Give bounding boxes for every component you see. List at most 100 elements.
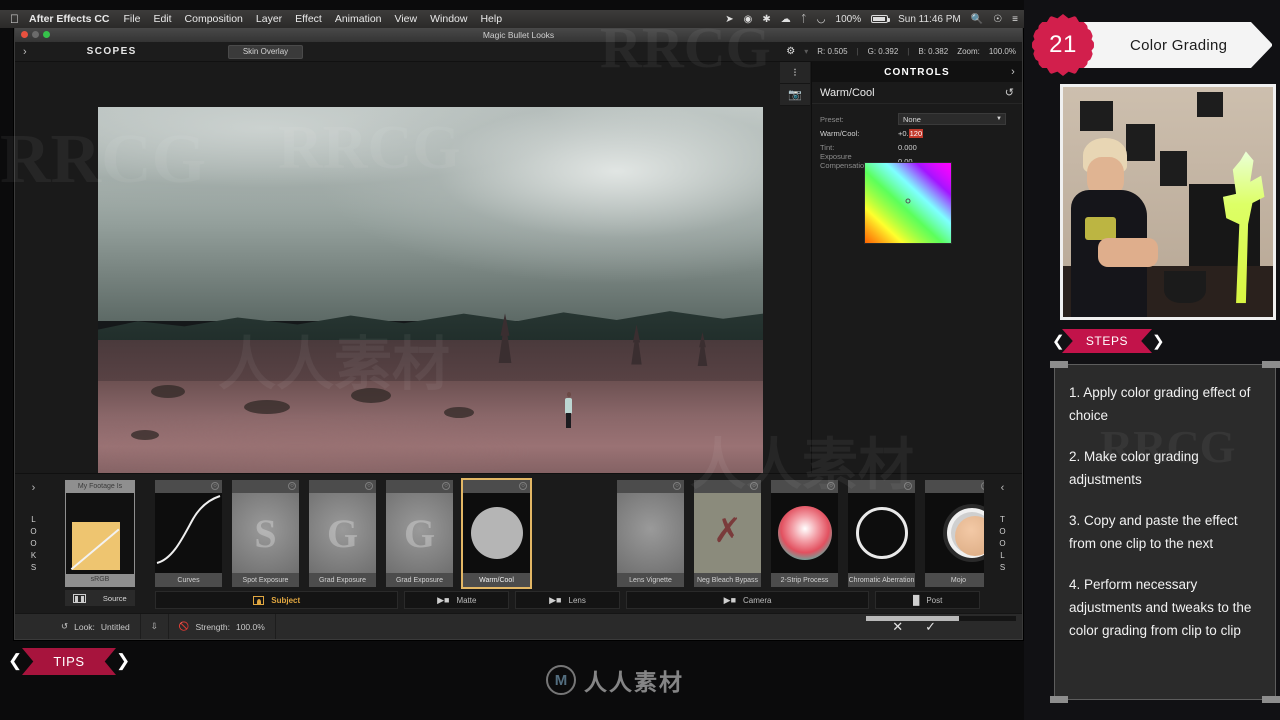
no-entry-icon[interactable]: 🚫	[179, 621, 190, 632]
search-icon[interactable]: 🔍	[971, 14, 983, 25]
menu-item-effect[interactable]: Effect	[295, 13, 322, 25]
zoom-value[interactable]: 100.0%	[989, 47, 1016, 56]
tools-sidebar[interactable]: ‹ TOOLS	[984, 474, 1022, 613]
gear-icon[interactable]: ⚙	[786, 46, 795, 57]
tutorial-photo	[1060, 84, 1276, 320]
divider: |	[907, 47, 910, 56]
power-icon[interactable]: ○	[904, 482, 912, 490]
menu-item-file[interactable]: File	[124, 13, 141, 25]
menu-item-edit[interactable]: Edit	[153, 13, 171, 25]
menu-item-layer[interactable]: Layer	[256, 13, 282, 25]
preview-bush	[443, 407, 474, 418]
look-name-group[interactable]: ↺ Look: Untitled	[51, 614, 141, 639]
look-card-warm-cool[interactable]: ○ Warm/Cool	[461, 478, 532, 589]
wifi-icon[interactable]: ◡	[817, 14, 826, 25]
battery-icon[interactable]	[871, 15, 891, 23]
bluetooth-icon[interactable]: ᛏ	[801, 14, 807, 25]
task-subject[interactable]: Subject	[155, 591, 399, 609]
look-card-spot-exposure[interactable]: ○ S Spot Exposure	[232, 480, 299, 587]
steps-box: 1. Apply color grading effect of choice …	[1050, 361, 1280, 703]
tips-label: TIPS	[22, 648, 116, 675]
strength-group[interactable]: 🚫 Strength: 100.0%	[169, 614, 276, 639]
look-card-lens-vignette[interactable]: ○ Lens Vignette	[617, 480, 684, 587]
menu-item-view[interactable]: View	[395, 13, 418, 25]
task-label: Subject	[271, 595, 301, 605]
menu-item-help[interactable]: Help	[480, 13, 502, 25]
task-post[interactable]: █ Post	[875, 591, 981, 609]
look-card-2-strip-process[interactable]: ○ 2-Strip Process	[771, 480, 838, 587]
chevron-right-icon[interactable]: ›	[15, 46, 35, 58]
task-matte[interactable]: ▶■ Matte	[404, 591, 510, 609]
card-bar: ○	[848, 480, 915, 493]
menu-item-animation[interactable]: Animation	[335, 13, 382, 25]
chevron-right-icon[interactable]: ›	[1011, 66, 1016, 78]
look-card-curves[interactable]: ○ Curves	[155, 480, 222, 587]
brightness-icon[interactable]: ✱	[762, 14, 770, 25]
power-icon[interactable]: ○	[827, 482, 835, 490]
task-row: Subject ▶■ Matte ▶■ Lens ▶■ Camera █ Pos…	[155, 591, 981, 609]
dots-icon[interactable]: ⁝	[780, 62, 810, 84]
source-row[interactable]: Source	[65, 590, 135, 606]
strength-value[interactable]: 100.0%	[236, 622, 265, 632]
my-footage-thumb	[66, 493, 134, 574]
steps-label: STEPS	[1062, 329, 1152, 353]
look-card-grad-exposure-2[interactable]: ○ G Grad Exposure	[386, 480, 453, 587]
looks-sidebar-label: LOOKS	[30, 514, 38, 572]
my-footage-caption: My Footage Is	[77, 483, 123, 490]
look-value[interactable]: Untitled	[101, 622, 130, 632]
value-highlight: 120	[908, 128, 924, 138]
record-icon[interactable]: ◉	[744, 14, 753, 25]
power-icon[interactable]: ○	[288, 482, 296, 490]
reset-icon[interactable]: ↺	[61, 621, 68, 632]
video-preview[interactable]: RRCG 人人素材	[98, 107, 763, 482]
look-card-grad-exposure-1[interactable]: ○ G Grad Exposure	[309, 480, 376, 587]
color-square-picker[interactable]	[864, 162, 952, 244]
menu-item-composition[interactable]: Composition	[185, 13, 243, 25]
chevron-down-icon[interactable]: ▾	[804, 47, 808, 56]
controls-header: CONTROLS ›	[812, 62, 1022, 82]
menu-clock[interactable]: Sun 11:46 PM	[898, 14, 961, 25]
camera-icon[interactable]: 📷	[780, 84, 810, 106]
color-picker-handle[interactable]	[905, 198, 911, 204]
steps-list: 1. Apply color grading effect of choice …	[1055, 365, 1275, 642]
card-bar: ○	[463, 480, 530, 493]
power-icon[interactable]: ○	[750, 482, 758, 490]
power-icon[interactable]: ○	[673, 482, 681, 490]
save-look-button[interactable]: ⇩	[141, 614, 169, 639]
user-icon[interactable]: ☉	[993, 14, 1002, 25]
task-camera[interactable]: ▶■ Camera	[625, 591, 870, 609]
looks-sidebar[interactable]: › LOOKS	[15, 474, 53, 613]
skin-overlay-button[interactable]: Skin Overlay	[228, 44, 303, 59]
reset-icon[interactable]: ↺	[1005, 86, 1014, 99]
chevron-right-icon[interactable]: ›	[32, 482, 37, 494]
divider: |	[856, 47, 859, 56]
look-card-neg-bleach-bypass[interactable]: ○ Neg Bleach Bypass	[694, 480, 761, 587]
clip-icon	[1262, 361, 1280, 368]
location-arrow-icon[interactable]: ➤	[725, 14, 733, 25]
apple-icon[interactable]: 	[10, 12, 19, 26]
card-label: Chromatic Aberration	[848, 573, 915, 587]
menu-app-name[interactable]: After Effects CC	[29, 13, 110, 25]
my-footage-card[interactable]: My Footage Is sRGB	[65, 480, 135, 587]
list-icon[interactable]: ≡	[1012, 14, 1018, 25]
card-thumb	[925, 493, 992, 573]
clip-icon	[1262, 696, 1280, 703]
menu-item-window[interactable]: Window	[430, 13, 467, 25]
photo-person	[1071, 137, 1168, 317]
power-icon[interactable]: ○	[519, 482, 527, 490]
look-card-mojo[interactable]: ○ Mojo	[925, 480, 992, 587]
mac-menu-bar:  After Effects CC File Edit Composition…	[0, 10, 1024, 28]
power-icon[interactable]: ○	[365, 482, 373, 490]
chevron-left-icon[interactable]: ‹	[1001, 482, 1006, 494]
chevron-right-icon: ❯	[1152, 333, 1165, 350]
param-row-preset: Preset: None ▼	[820, 112, 1014, 126]
param-value-tint[interactable]: 0.000	[898, 143, 917, 152]
param-value-warmcool[interactable]: +0.120	[898, 128, 924, 138]
dropbox-icon[interactable]: ☁	[781, 14, 791, 25]
power-icon[interactable]: ○	[442, 482, 450, 490]
power-icon[interactable]: ○	[211, 482, 219, 490]
look-card-chromatic-aberration[interactable]: ○ Chromatic Aberration	[848, 480, 915, 587]
preset-dropdown[interactable]: None ▼	[898, 113, 1006, 125]
card-thumb	[848, 493, 915, 573]
task-lens[interactable]: ▶■ Lens	[515, 591, 620, 609]
